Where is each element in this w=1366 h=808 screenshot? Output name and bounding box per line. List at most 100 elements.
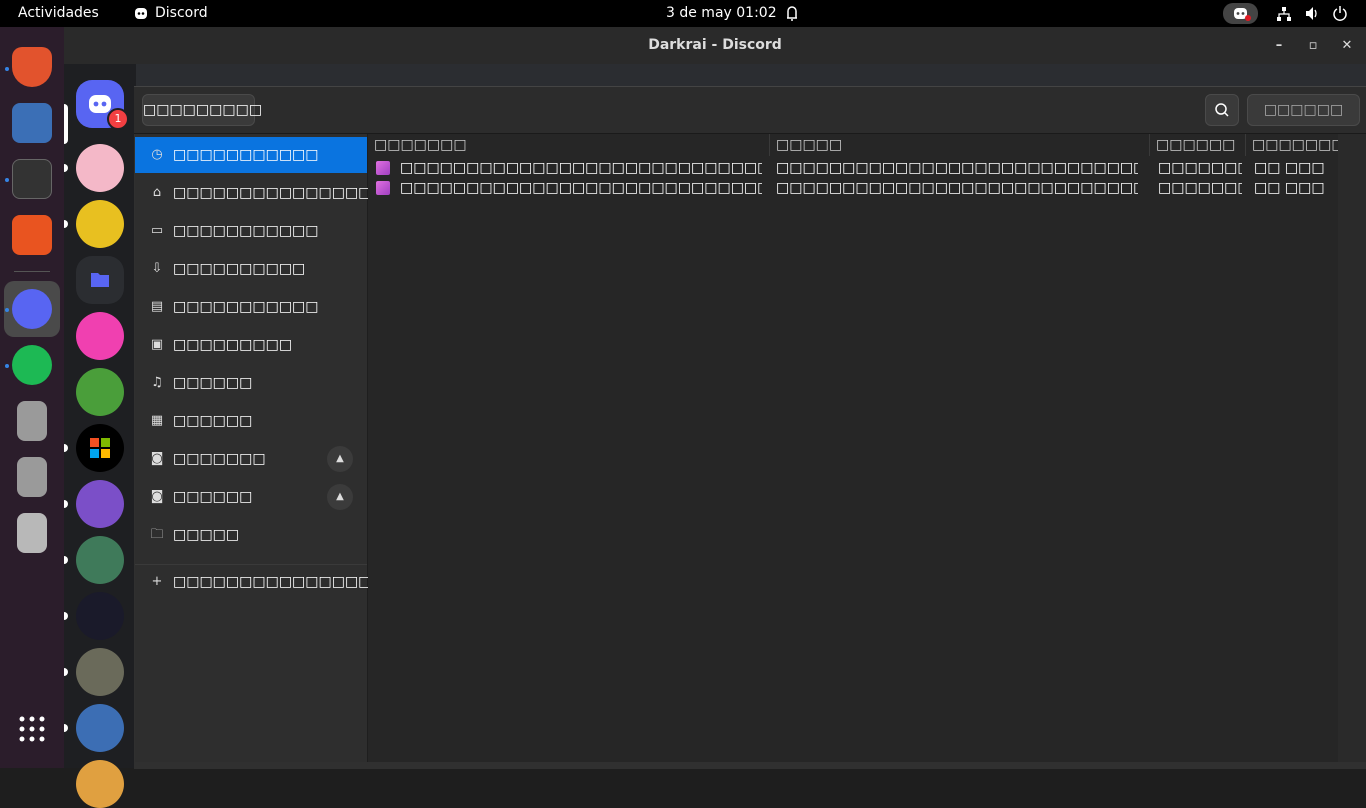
file-modified: □□ □□□ xyxy=(1254,180,1325,196)
sidebar-item-other-locations[interactable]: + □□□□□□□□□□□□□□□□□□□ xyxy=(135,564,425,600)
top-bar: Actividades Discord 3 de may 01:02 xyxy=(0,0,1366,27)
network-icon[interactable] xyxy=(1276,0,1292,27)
clock[interactable]: 3 de may 01:02 xyxy=(666,0,777,27)
sidebar-item-label: □□□□□□□ xyxy=(173,451,266,467)
location-button[interactable]: □□□□□□□□□ xyxy=(142,94,262,126)
sidebar-item-label: □□□□□□□□□□ xyxy=(173,261,306,277)
server-hello-kitty-icon[interactable] xyxy=(76,144,124,192)
eject-icon[interactable]: ▲ xyxy=(327,446,353,472)
plus-icon: + xyxy=(151,574,163,589)
unread-pill xyxy=(64,612,68,620)
usb-drive-icon[interactable] xyxy=(17,401,47,441)
desktop-icon: ▭ xyxy=(150,223,164,238)
music-icon: ♫ xyxy=(151,375,163,390)
file-size: □□□□□□□ xyxy=(1158,160,1242,176)
sidebar-item-recent[interactable]: ◷ □□□□□□□□□□□ xyxy=(135,137,367,173)
search-button[interactable] xyxy=(1205,94,1239,126)
running-indicator xyxy=(5,178,9,182)
server-microsoft-icon[interactable] xyxy=(76,424,124,472)
eject-icon[interactable]: ▲ xyxy=(327,484,353,510)
column-header-modified[interactable]: □□□□□□□□ xyxy=(1246,134,1358,156)
table-row[interactable]: □□□□□□□□□□□□□□□□□□□□□□□□□□□ □□□□□□□□□□□□□… xyxy=(368,158,1338,178)
server-arch-icon[interactable] xyxy=(76,648,124,696)
clock-icon: ◷ xyxy=(151,147,163,162)
server-bird-icon[interactable] xyxy=(76,200,124,248)
column-header-location[interactable]: □□□□□ xyxy=(770,134,1150,156)
notification-bell-icon[interactable] xyxy=(784,0,800,27)
open-button[interactable]: □□□□□□ xyxy=(1247,94,1360,126)
unread-pill xyxy=(64,556,68,564)
server-gentoo-icon[interactable] xyxy=(76,480,124,528)
server-list: 1 xyxy=(64,64,136,808)
server-penguin-icon[interactable] xyxy=(76,312,124,360)
close-button[interactable]: ✕ xyxy=(1332,27,1362,64)
app-menu[interactable]: Discord xyxy=(155,0,208,27)
trash-icon[interactable] xyxy=(17,513,47,553)
sidebar-item-pictures[interactable]: ▣ □□□□□□□□□ xyxy=(135,327,367,363)
sidebar-item-home[interactable]: ⌂ □□□□□□□□□□□□□□□□□ xyxy=(135,175,398,211)
app-center-icon[interactable] xyxy=(12,215,52,255)
window-titlebar[interactable]: Darkrai - Discord – ▫ ✕ xyxy=(64,27,1366,64)
column-header-size[interactable]: □□□□□□ xyxy=(1150,134,1246,156)
unread-pill xyxy=(64,220,68,228)
file-location: □□□□□□□□□□□□□□□□□□□□□□□□□□□□□□□□□□□□□□□□… xyxy=(776,180,1138,196)
table-row[interactable]: □□□□□□□□□□□□□□□□□□□□□□□□□□□ □□□□□□□□□□□□□… xyxy=(368,178,1338,198)
sidebar-item-label: □□□□□□□□□□□ xyxy=(173,147,319,163)
running-indicator xyxy=(5,67,9,71)
image-file-icon xyxy=(376,161,390,175)
sidebar-item-downloads[interactable]: ⇩ □□□□□□□□□□ xyxy=(135,251,367,287)
search-icon xyxy=(1215,103,1229,117)
brave-browser-icon[interactable] xyxy=(12,47,52,87)
discord-indicator-icon[interactable] xyxy=(1223,3,1258,24)
sidebar-item-folder[interactable]: 🗀 □□□□□ xyxy=(135,517,367,553)
column-header-name[interactable]: □□□□□□□ xyxy=(368,134,770,156)
video-icon: ▦ xyxy=(150,413,164,428)
sidebar-item-label: □□□□□□□□□ xyxy=(173,337,293,353)
discord-icon[interactable] xyxy=(12,289,52,329)
download-icon: ⇩ xyxy=(151,261,163,276)
unread-pill xyxy=(64,444,68,452)
sidebar-item-documents[interactable]: ▤ □□□□□□□□□□□ xyxy=(135,289,367,325)
usb-drive-icon[interactable] xyxy=(17,457,47,497)
sidebar-item-drive-2[interactable]: ◙ □□□□□□ ▲ xyxy=(135,479,367,515)
minimize-button[interactable]: – xyxy=(1264,27,1294,64)
dock-separator xyxy=(14,271,50,272)
sidebar-item-desktop[interactable]: ▭ □□□□□□□□□□□ xyxy=(135,213,367,249)
window-title: Darkrai - Discord xyxy=(648,37,782,53)
drive-icon: ◙ xyxy=(150,451,164,466)
files-icon[interactable] xyxy=(12,103,52,143)
server-folder-icon[interactable] xyxy=(76,256,124,304)
spotify-icon[interactable] xyxy=(12,345,52,385)
file-size: □□□□□□□□ xyxy=(1158,180,1242,196)
sidebar-item-label: □□□□□□□□□□□ xyxy=(173,299,319,315)
power-icon[interactable] xyxy=(1332,0,1348,27)
dialog-header: □□□□□□□□□ □□□□□□ xyxy=(134,87,1366,134)
unread-pill xyxy=(64,500,68,508)
server-void-icon[interactable] xyxy=(76,368,124,416)
activities-button[interactable]: Actividades xyxy=(18,0,99,27)
file-location: □□□□□□□□□□□□□□□□□□□□□□□□□□□□□□□□□□□□□□□□… xyxy=(776,160,1138,176)
server-potions-icon[interactable] xyxy=(76,592,124,640)
file-chooser-dialog: □□□□□□□□□ □□□□□□ ◷ □□□□□□□□□□□ ⌂ □□□□□□□… xyxy=(134,86,1366,769)
server-fedora-icon[interactable] xyxy=(76,704,124,752)
show-apps-icon[interactable] xyxy=(12,709,52,749)
drive-icon: ◙ xyxy=(150,489,164,504)
volume-icon[interactable] xyxy=(1304,0,1320,27)
file-list: □□□□□□□ □□□□□ □□□□□□ □□□□□□□□ □□□□□□□□□□… xyxy=(368,134,1358,762)
file-name: □□□□□□□□□□□□□□□□□□□□□□□□□□□□□□□□□□□□□□□□… xyxy=(400,180,762,196)
maximize-button[interactable]: ▫ xyxy=(1298,27,1328,64)
server-partial-icon[interactable] xyxy=(76,760,124,808)
dialog-side-gutter xyxy=(1338,134,1366,762)
terminal-icon[interactable] xyxy=(12,159,52,199)
sidebar-item-music[interactable]: ♫ □□□□□□ xyxy=(135,365,367,401)
sidebar-item-videos[interactable]: ▦ □□□□□□ xyxy=(135,403,367,439)
home-icon: ⌂ xyxy=(152,185,162,200)
selected-pill xyxy=(64,104,68,144)
running-indicator xyxy=(5,308,9,312)
sidebar-item-drive-1[interactable]: ◙ □□□□□□□ ▲ xyxy=(135,441,367,477)
sidebar-item-label: □□□□□□ xyxy=(173,375,253,391)
server-ring-icon[interactable] xyxy=(76,536,124,584)
sidebar-item-label: □□□□□ xyxy=(173,527,240,543)
discord-tray-icon xyxy=(134,0,148,27)
document-icon: ▤ xyxy=(150,299,164,314)
